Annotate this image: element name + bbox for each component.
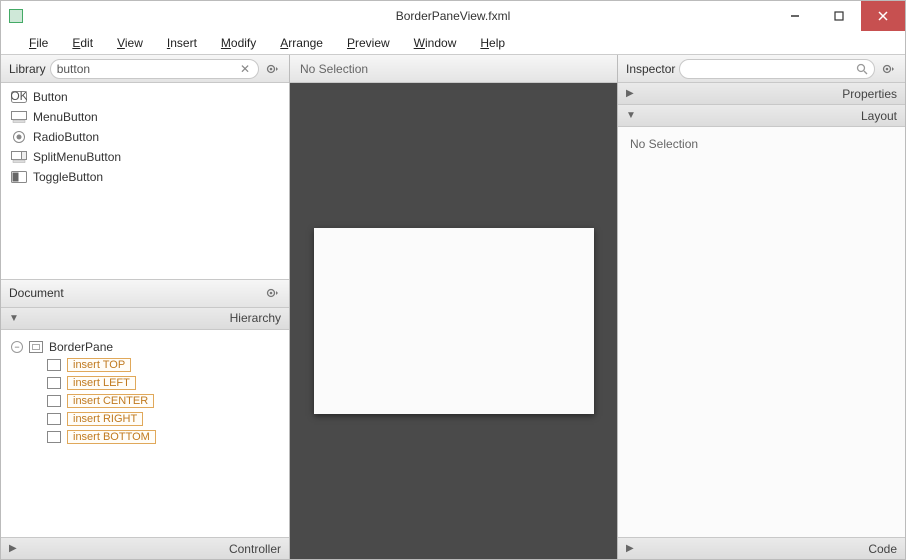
controller-label: Controller [229, 542, 281, 556]
controller-header[interactable]: ▶ Controller [1, 537, 289, 559]
menu-insert[interactable]: Insert [155, 33, 209, 53]
ok-button-icon: OK [11, 90, 27, 104]
borderpane-icon [29, 341, 43, 353]
library-item[interactable]: ToggleButton [1, 167, 289, 187]
chevron-down-icon: ▼ [626, 110, 636, 121]
library-item-label: ToggleButton [33, 170, 103, 184]
menu-edit[interactable]: Edit [60, 33, 105, 53]
section-label: Code [868, 542, 897, 556]
inspector-body: No Selection [618, 127, 905, 537]
chevron-down-icon: ▼ [9, 313, 19, 324]
canvas-area[interactable] [290, 83, 617, 559]
tree-slot[interactable]: insert RIGHT [11, 410, 279, 428]
library-item-label: MenuButton [33, 110, 98, 124]
tree-slot[interactable]: insert LEFT [11, 374, 279, 392]
slot-label: insert LEFT [67, 376, 136, 390]
slot-left-icon [47, 377, 61, 389]
slot-label: insert TOP [67, 358, 131, 372]
library-search-input[interactable] [57, 62, 238, 76]
library-search[interactable]: ✕ [50, 59, 259, 79]
inspector-label: Inspector [626, 62, 675, 76]
library-gear-icon[interactable] [263, 62, 281, 76]
toggle-button-icon [11, 170, 27, 184]
window-title: BorderPaneView.fxml [1, 9, 905, 23]
minimize-button[interactable] [773, 1, 817, 31]
radio-button-icon [11, 130, 27, 144]
slot-center-icon [47, 395, 61, 407]
document-gear-icon[interactable] [263, 286, 281, 300]
hierarchy-label: Hierarchy [230, 311, 281, 325]
chevron-right-icon: ▶ [9, 543, 17, 554]
slot-top-icon [47, 359, 61, 371]
inspector-body-text: No Selection [630, 137, 698, 151]
menu-window[interactable]: Window [402, 33, 469, 53]
menu-view[interactable]: View [105, 33, 155, 53]
library-item-label: RadioButton [33, 130, 99, 144]
document-label: Document [9, 286, 64, 300]
menu-file[interactable]: File [17, 33, 60, 53]
inspector-section-properties[interactable]: ▶ Properties [618, 83, 905, 105]
library-list: OK Button MenuButton RadioButton SplitMe… [1, 83, 289, 279]
tree-root[interactable]: − BorderPane [11, 338, 279, 356]
maximize-button[interactable] [817, 1, 861, 31]
library-item-label: Button [33, 90, 68, 104]
menubar: File Edit View Insert Modify Arrange Pre… [1, 31, 905, 55]
hierarchy-tree: − BorderPane insert TOP insert LEFT inse… [1, 330, 289, 538]
split-menu-button-icon [11, 150, 27, 164]
selection-label: No Selection [300, 62, 368, 76]
library-item[interactable]: MenuButton [1, 107, 289, 127]
chevron-right-icon: ▶ [626, 88, 634, 99]
inspector-gear-icon[interactable] [879, 62, 897, 76]
menu-modify[interactable]: Modify [209, 33, 268, 53]
titlebar: BorderPaneView.fxml [1, 1, 905, 31]
app-icon [9, 9, 23, 23]
menu-button-icon [11, 110, 27, 124]
document-header: Document [1, 280, 289, 308]
menu-preview[interactable]: Preview [335, 33, 402, 53]
selection-bar: No Selection [290, 55, 617, 83]
section-label: Layout [861, 109, 897, 123]
inspector-section-layout[interactable]: ▼ Layout [618, 105, 905, 127]
svg-text:OK: OK [11, 91, 27, 103]
disclosure-icon[interactable]: − [11, 341, 23, 353]
library-item[interactable]: SplitMenuButton [1, 147, 289, 167]
canvas-root-pane[interactable] [314, 228, 594, 414]
inspector-header: Inspector [618, 55, 905, 83]
section-label: Properties [842, 87, 897, 101]
slot-label: insert RIGHT [67, 412, 143, 426]
library-label: Library [9, 62, 46, 76]
slot-label: insert BOTTOM [67, 430, 156, 444]
library-item[interactable]: RadioButton [1, 127, 289, 147]
library-item[interactable]: OK Button [1, 87, 289, 107]
chevron-right-icon: ▶ [626, 543, 634, 554]
slot-label: insert CENTER [67, 394, 154, 408]
menu-help[interactable]: Help [468, 33, 517, 53]
library-item-label: SplitMenuButton [33, 150, 121, 164]
tree-root-label: BorderPane [49, 340, 113, 354]
close-button[interactable] [861, 1, 905, 31]
inspector-search[interactable] [679, 59, 875, 79]
tree-slot[interactable]: insert BOTTOM [11, 428, 279, 446]
inspector-section-code[interactable]: ▶ Code [618, 537, 905, 559]
hierarchy-header[interactable]: ▼ Hierarchy [1, 308, 289, 330]
menu-arrange[interactable]: Arrange [268, 33, 335, 53]
tree-slot[interactable]: insert TOP [11, 356, 279, 374]
tree-slot[interactable]: insert CENTER [11, 392, 279, 410]
clear-search-icon[interactable]: ✕ [238, 62, 252, 76]
search-icon [856, 63, 868, 75]
slot-bottom-icon [47, 431, 61, 443]
slot-right-icon [47, 413, 61, 425]
library-header: Library ✕ [1, 55, 289, 83]
